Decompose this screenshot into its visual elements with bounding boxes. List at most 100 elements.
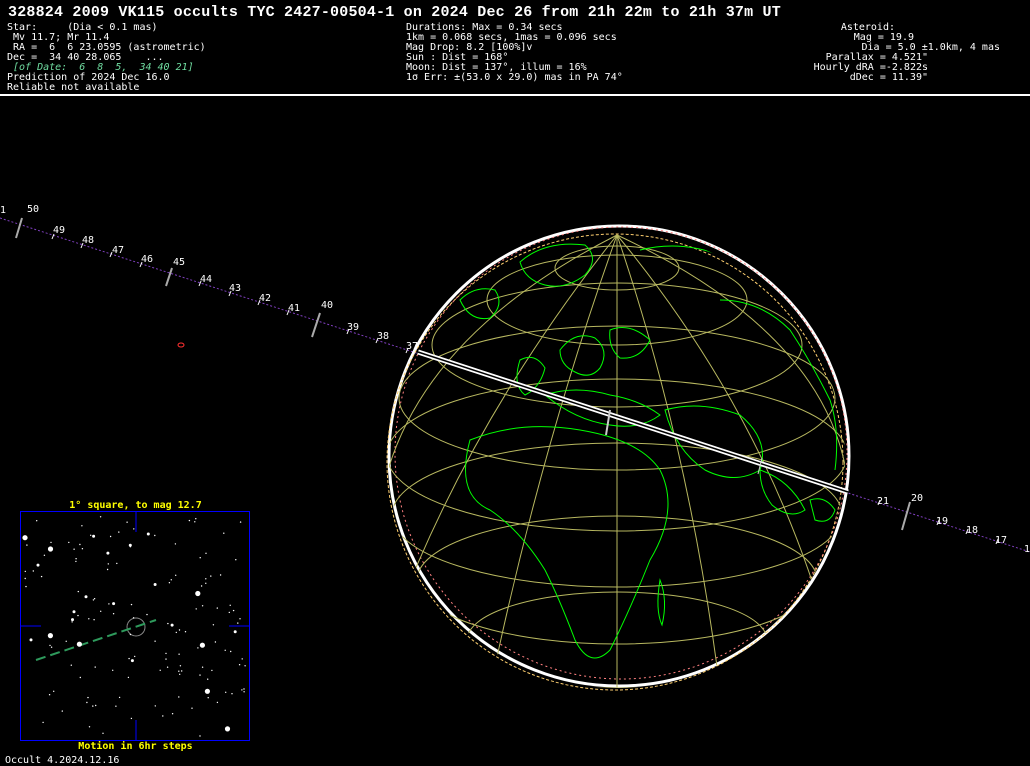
star-dot xyxy=(50,541,52,544)
star-dot xyxy=(109,535,112,538)
path-minute-label: 40 xyxy=(321,300,333,311)
path-minute-label: 42 xyxy=(259,293,271,304)
path-minute-label: 43 xyxy=(229,283,241,294)
star-dot xyxy=(229,604,231,606)
star-dot xyxy=(238,664,241,666)
star-dot xyxy=(178,653,180,655)
star-dot xyxy=(199,674,201,676)
star-dot xyxy=(170,579,172,581)
path-minute-label: 1 xyxy=(0,205,6,216)
star-dot xyxy=(241,689,243,691)
star-dot xyxy=(174,543,177,545)
star-dot xyxy=(93,598,96,600)
star-dot xyxy=(188,519,191,522)
star-dot xyxy=(70,664,73,666)
star-dot xyxy=(25,585,27,588)
star-dot xyxy=(84,595,88,599)
star-dot xyxy=(154,705,156,707)
star-dot xyxy=(175,631,177,634)
star-dot xyxy=(201,666,204,668)
star-dot xyxy=(24,577,26,580)
star-dot xyxy=(100,610,102,612)
star-dot xyxy=(129,546,132,548)
star-dot xyxy=(43,554,46,556)
path-minute-label: 18 xyxy=(966,525,978,536)
inset-title: 1° square, to mag 12.7 xyxy=(69,500,202,511)
path-minute-label: 21 xyxy=(877,496,889,507)
star-dot xyxy=(224,649,226,651)
star-dot xyxy=(219,574,222,576)
star-dot xyxy=(107,563,110,565)
star-dot xyxy=(146,613,148,616)
star-dot xyxy=(153,583,157,586)
star-dot xyxy=(106,551,110,555)
star-dot xyxy=(92,705,94,707)
star-dot xyxy=(223,532,225,534)
star-dot xyxy=(179,665,182,667)
star-dot xyxy=(127,676,130,679)
star-dot xyxy=(165,652,167,655)
star-dot xyxy=(204,688,210,694)
star-dot xyxy=(93,619,95,621)
star-dot xyxy=(199,557,201,559)
star-dot xyxy=(205,578,207,580)
star-dot xyxy=(168,582,171,584)
path-minute-label: 19 xyxy=(936,516,948,527)
path-minute-label: 47 xyxy=(112,245,124,256)
star-dot xyxy=(73,548,75,550)
star-dot xyxy=(224,726,231,732)
star-dot xyxy=(243,688,245,690)
star-dot xyxy=(244,665,246,667)
star-dot xyxy=(166,666,169,668)
star-dot xyxy=(75,558,77,560)
star-dot xyxy=(211,669,213,672)
star-dot xyxy=(36,520,38,522)
star-dot xyxy=(71,621,73,623)
star-dot xyxy=(118,531,120,533)
star-dot xyxy=(133,528,135,530)
star-dot xyxy=(178,629,181,631)
star-dot xyxy=(230,650,232,653)
occultation-map-window: 328824 2009 VK115 occults TYC 2427-00504… xyxy=(0,0,1030,766)
star-dot xyxy=(88,618,90,620)
star-dot xyxy=(126,521,128,523)
star-dot xyxy=(87,696,89,699)
star-dot xyxy=(232,609,235,612)
star-dot xyxy=(95,704,97,707)
star-dot xyxy=(233,630,237,634)
star-dot xyxy=(94,666,96,668)
star-dot xyxy=(195,590,201,597)
path-minute-label: 50 xyxy=(27,204,39,215)
star-dot xyxy=(195,518,197,520)
star-dot xyxy=(216,701,219,704)
star-dot xyxy=(86,701,88,704)
star-dot xyxy=(72,610,76,614)
starfield-inset-frame xyxy=(20,511,250,741)
star-dot xyxy=(171,713,174,715)
star-dot xyxy=(68,541,70,544)
path-minute-label: 41 xyxy=(288,303,300,314)
star-dot xyxy=(71,618,74,622)
path-minute-label: 48 xyxy=(82,235,94,246)
star-dot xyxy=(154,640,156,642)
star-dot xyxy=(99,516,102,518)
star-dot xyxy=(197,647,199,649)
star-dot xyxy=(134,655,136,658)
star-dot xyxy=(162,715,164,717)
star-dot xyxy=(216,607,218,609)
path-minute-label: 38 xyxy=(377,331,389,342)
globe-plot: 1 50 49 48 47 46 45 44 43 42 41 40 39 38… xyxy=(0,204,1030,741)
star-dot xyxy=(50,646,53,648)
star-dot xyxy=(112,602,116,606)
star-dot xyxy=(184,631,187,633)
star-dot xyxy=(201,605,204,607)
path-minute-label: 37 xyxy=(406,341,418,352)
star-dot xyxy=(199,735,201,737)
star-dot xyxy=(130,659,134,663)
star-dot xyxy=(77,614,79,617)
star-dot xyxy=(61,710,63,712)
star-dot xyxy=(239,618,241,620)
star-dot xyxy=(92,599,95,601)
star-dot xyxy=(75,560,77,563)
path-minute-label: 20 xyxy=(911,493,923,504)
